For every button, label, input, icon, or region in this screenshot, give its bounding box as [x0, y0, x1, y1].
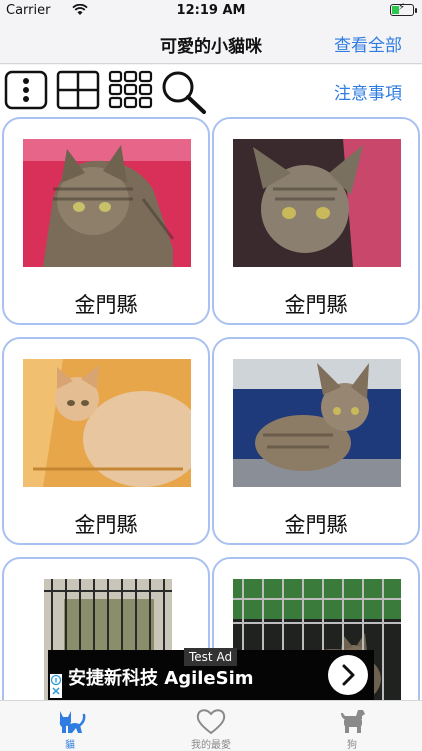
ad-info-icon[interactable]: [50, 674, 62, 698]
location-label: 金門縣: [74, 513, 138, 537]
tab-label: 狗: [347, 740, 357, 751]
cat-photo: [233, 359, 401, 487]
tab-label: 貓: [65, 740, 75, 751]
cat-card[interactable]: 金門縣: [212, 337, 420, 545]
location-label: 金門縣: [74, 293, 138, 317]
tab-dogs[interactable]: 狗: [282, 701, 422, 751]
cat-card[interactable]: 金門縣: [212, 117, 420, 325]
notes-button[interactable]: 注意事項: [334, 79, 402, 104]
location-label: 金門縣: [284, 513, 348, 537]
view-all-button[interactable]: 查看全部: [334, 31, 402, 56]
tab-cats[interactable]: 貓: [0, 701, 140, 751]
cat-grid: 金門縣 金門縣 金門縣 金門縣: [0, 115, 422, 700]
cat-photo: [23, 139, 191, 267]
view-toolbar: 注意事項: [0, 65, 422, 115]
cat-icon: [59, 711, 86, 733]
search-icon[interactable]: [160, 69, 208, 115]
cat-photo: [233, 139, 401, 267]
tab-bar: 貓 我的最愛 狗: [0, 700, 422, 751]
dog-icon: [341, 710, 365, 733]
grid-2x2-icon[interactable]: [56, 69, 100, 111]
status-bar: Carrier 12:19 AM ⚡: [0, 0, 422, 20]
status-time: 12:19 AM: [176, 3, 246, 18]
ad-banner[interactable]: Test Ad 安捷新科技 AgileSim: [48, 648, 374, 700]
heart-icon: [196, 709, 226, 735]
cat-card[interactable]: 金門縣: [2, 117, 210, 325]
tab-favorites[interactable]: 我的最愛: [141, 701, 281, 751]
cat-card[interactable]: 金門縣: [2, 337, 210, 545]
location-label: 金門縣: [284, 293, 348, 317]
chevron-right-icon[interactable]: [328, 655, 368, 695]
navigation-bar: 可愛的小貓咪 查看全部: [0, 20, 422, 64]
ad-text[interactable]: 安捷新科技 AgileSim: [68, 664, 254, 690]
battery-icon: ⚡: [390, 2, 417, 16]
cat-photo: [23, 359, 191, 487]
grid-3x3-icon[interactable]: [108, 69, 154, 111]
list-view-icon[interactable]: [4, 69, 48, 111]
tab-label: 我的最愛: [191, 740, 231, 751]
